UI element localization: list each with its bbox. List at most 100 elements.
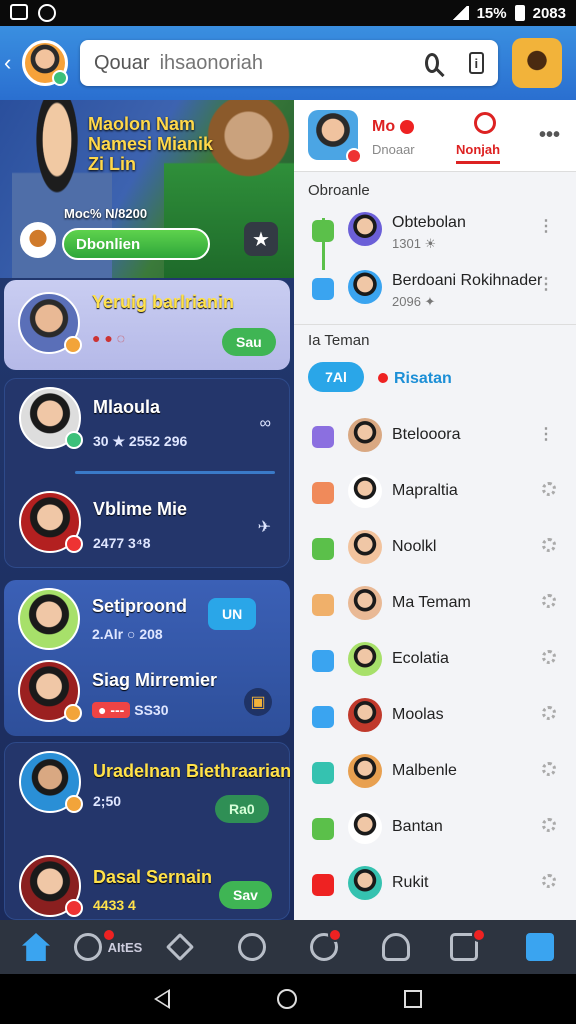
link-icon[interactable]: ∞ [260, 415, 271, 433]
contact-name: Vblime Mie [93, 499, 188, 519]
settings-gear-icon[interactable] [542, 650, 556, 664]
profile-shortcut-avatar[interactable] [512, 38, 562, 88]
add-circle-icon [238, 933, 266, 961]
settings-gear-icon[interactable] [542, 594, 556, 608]
contact-row[interactable]: Moolas [294, 692, 576, 748]
settings-gear-icon[interactable] [542, 538, 556, 552]
settings-gear-icon[interactable] [542, 818, 556, 832]
back-icon[interactable] [153, 989, 170, 1009]
nav-home[interactable] [0, 920, 72, 974]
contact-row[interactable]: Berdoani Rokihnader 2096 ✦ ⋮ [294, 262, 576, 318]
category-square-icon [312, 706, 334, 728]
status-square-icon [312, 220, 334, 242]
category-square-icon [312, 482, 334, 504]
image-notification-icon [10, 4, 28, 20]
clock-text: 2083 [532, 4, 566, 22]
more-options-icon[interactable]: ••• [539, 124, 560, 147]
tab-me[interactable]: Mo [372, 118, 414, 136]
contact-row[interactable]: Ma Temam [294, 580, 576, 636]
more-icon[interactable]: ⋮ [538, 274, 554, 294]
status-bar: 15% 2083 [0, 0, 576, 26]
info-button[interactable]: i [468, 52, 484, 74]
star-icon[interactable]: ★ [244, 222, 278, 256]
contact-row[interactable]: Bantan [294, 804, 576, 860]
category-square-icon [312, 762, 334, 784]
nav-news[interactable] [432, 920, 504, 974]
chat-card-2[interactable]: Mlaoula 30 ★ 2552 296 ∞ Vblime Mie 2477 … [4, 378, 290, 568]
nav-tools[interactable] [144, 920, 216, 974]
clock-notification-icon [38, 4, 56, 22]
contact-avatar [348, 418, 382, 452]
search-icon[interactable] [424, 53, 439, 73]
section-online: Obroanle [308, 182, 370, 199]
settings-gear-icon[interactable] [542, 874, 556, 888]
notification-icon[interactable] [474, 112, 496, 134]
friend-count-pill[interactable]: 7Al [308, 362, 364, 392]
save-button[interactable]: Sau [222, 328, 276, 356]
home-circle-icon[interactable] [276, 989, 297, 1009]
friend-request-label[interactable]: Risatan [378, 370, 452, 388]
contact-avatar [348, 642, 382, 676]
self-avatar[interactable] [308, 110, 362, 164]
nav-profile[interactable] [360, 920, 432, 974]
battery-icon [514, 5, 525, 21]
chest-icon[interactable]: ▣ [244, 688, 272, 716]
contact-stats: 4433 4 [93, 897, 136, 913]
divider [294, 324, 576, 325]
settings-gear-icon[interactable] [542, 482, 556, 496]
search-bar[interactable]: Qouar i [80, 40, 498, 86]
featured-banner[interactable]: Maolon Nam Namesi Mianik Zi Lin Moc% N/8… [0, 100, 294, 278]
level-badge [64, 336, 82, 354]
contact-name: Setiproond [92, 596, 187, 616]
contact-row[interactable]: Mapraltia [294, 468, 576, 524]
contact-stats: 2.Alr ○ 208 [92, 626, 163, 642]
settings-gear-icon[interactable] [542, 706, 556, 720]
contact-avatar [348, 586, 382, 620]
chat-card-3[interactable]: Setiproond 2.Alr ○ 208 UN Siag Mirremier… [4, 580, 290, 736]
reaction-icons: ● ● ◌ [92, 330, 126, 346]
contact-row[interactable]: Malbenle [294, 748, 576, 804]
reward-button[interactable]: Ra0 [215, 795, 269, 823]
tools-icon [165, 932, 195, 962]
contact-row[interactable]: Btelooora ⋮ [294, 412, 576, 468]
chat-card-1[interactable]: Yeruig barlrianin ● ● ◌ Sau [4, 280, 290, 370]
avatar [19, 387, 83, 449]
banner-mini-avatar [20, 222, 56, 258]
back-chevron-icon[interactable]: ‹ [4, 50, 18, 76]
user-avatar[interactable] [22, 40, 68, 86]
online-badge [65, 431, 83, 449]
settings-gear-icon[interactable] [542, 762, 556, 776]
section-friends: Ia Teman [308, 332, 370, 349]
contact-name: Rukit [392, 874, 429, 891]
nav-add[interactable] [216, 920, 288, 974]
search-prefix: Qouar [94, 51, 150, 74]
avatar [19, 751, 83, 813]
pin-icon[interactable]: ✈ [258, 517, 271, 537]
category-square-icon [312, 594, 334, 616]
status-badge [346, 148, 362, 164]
contact-name: Malbenle [392, 762, 457, 779]
banner-join-button[interactable]: Dbonlien [62, 228, 210, 260]
contact-row[interactable]: Ecolatia [294, 636, 576, 692]
contact-name: Yeruig barlrianin [92, 292, 235, 312]
contact-avatar [348, 530, 382, 564]
nav-search[interactable] [288, 920, 360, 974]
search-input[interactable] [159, 51, 425, 75]
chat-card-4[interactable]: Uradelnan Biethraarian 2;50 Ra0 Dasal Se… [4, 742, 291, 920]
contact-row[interactable]: Obtebolan 1301 ☀ ⋮ [294, 204, 576, 260]
recents-icon[interactable] [404, 990, 423, 1008]
save-button[interactable]: Sav [219, 881, 272, 909]
nav-apps[interactable] [504, 920, 576, 974]
nav-games[interactable]: AItES [72, 920, 144, 974]
more-icon[interactable]: ⋮ [538, 424, 554, 444]
more-icon[interactable]: ⋮ [538, 216, 554, 236]
notification-dot [399, 119, 414, 134]
contact-row[interactable]: Rukit [294, 860, 576, 916]
tab-notifications[interactable]: Nonjah [456, 142, 501, 164]
contact-row[interactable]: Noolkl [294, 524, 576, 580]
contact-sub: 1301 ☀ [392, 236, 437, 251]
level-badge [65, 795, 83, 813]
contact-stats: 2;50 [93, 793, 122, 809]
avatar [19, 491, 83, 553]
check-button[interactable]: UN [208, 598, 257, 630]
